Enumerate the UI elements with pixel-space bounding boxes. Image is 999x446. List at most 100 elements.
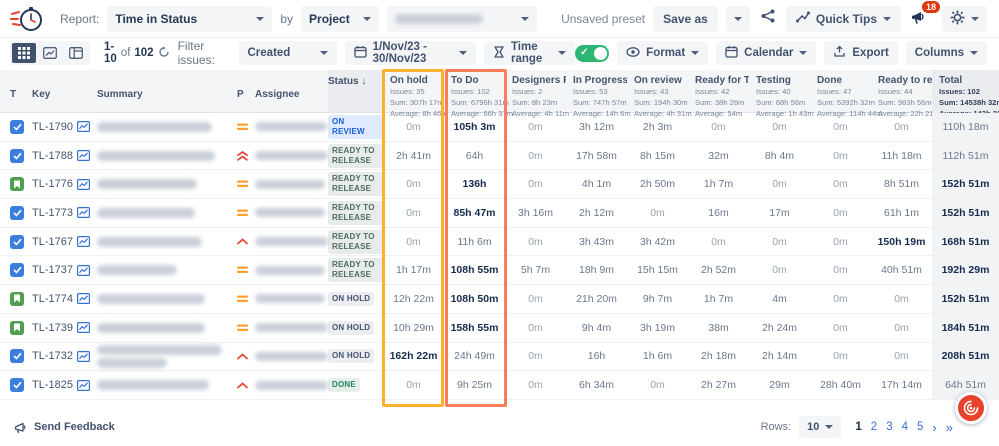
- cell-on-review: 2h 3m: [627, 121, 688, 133]
- project-select[interactable]: [387, 6, 537, 32]
- story-bookmark-icon: [13, 294, 21, 303]
- table-row-tl-1767[interactable]: TL-1767READY TO RELEASE0m11h 6m0m3h 43m3…: [0, 228, 999, 257]
- column-header-priority[interactable]: P: [237, 70, 255, 112]
- table-row-tl-1776[interactable]: TL-1776READY TO RELEASE0m136h0m4h 1m2h 5…: [0, 170, 999, 199]
- issue-chart-button[interactable]: [77, 236, 97, 247]
- issue-key-link[interactable]: TL-1790: [32, 121, 73, 133]
- page-button-1[interactable]: 1: [855, 421, 861, 433]
- task-type-icon[interactable]: [10, 378, 24, 392]
- refresh-icon[interactable]: [158, 46, 170, 61]
- send-feedback-button[interactable]: Send Feedback: [14, 421, 115, 434]
- issue-chart-button[interactable]: [77, 265, 97, 276]
- table-row-tl-1774[interactable]: TL-1774ON HOLD12h 22m108h 50m0m21h 20m9h…: [0, 285, 999, 314]
- column-header-key[interactable]: Key: [32, 70, 77, 112]
- issue-key-link[interactable]: TL-1739: [32, 322, 73, 334]
- share-icon[interactable]: [758, 8, 778, 29]
- column-header-status-sorted[interactable]: Status ↓: [328, 70, 383, 112]
- task-type-icon[interactable]: [10, 263, 24, 277]
- issue-chart-button[interactable]: [77, 293, 97, 304]
- page-button-3[interactable]: 3: [886, 421, 892, 433]
- cell-testing: 4m: [749, 293, 810, 305]
- time-range-button[interactable]: Time range: [484, 41, 575, 65]
- filter-field-select[interactable]: Created: [239, 41, 337, 65]
- column-header-on-hold[interactable]: On holdIssues: 35Sum: 307h 17mAverage: 8…: [383, 70, 444, 112]
- last-page-button[interactable]: »: [946, 421, 953, 434]
- column-header-total[interactable]: TotalIssues: 102Sum: 14538h 32mAverage: …: [932, 70, 999, 113]
- issue-key-link[interactable]: TL-1825: [32, 379, 73, 391]
- issue-key-link[interactable]: TL-1788: [32, 150, 73, 162]
- table-row-tl-1788[interactable]: TL-1788READY TO RELEASE2h 41m64h0m17h 58…: [0, 142, 999, 171]
- column-header-type[interactable]: T: [10, 70, 32, 112]
- issue-chart-button[interactable]: [77, 179, 97, 190]
- time-value: 0m: [528, 121, 543, 133]
- column-header-to-do[interactable]: To DoIssues: 102Sum: 6796h 31mAverage: 6…: [444, 70, 505, 112]
- story-type-icon[interactable]: [10, 292, 24, 306]
- story-type-icon[interactable]: [10, 321, 24, 335]
- issue-key-link[interactable]: TL-1773: [32, 207, 73, 219]
- rows-per-page-select[interactable]: 10: [799, 416, 841, 438]
- time-value: 38m: [708, 322, 728, 334]
- notifications-button[interactable]: 18: [909, 7, 934, 31]
- table-row-tl-1739[interactable]: TL-1739ON HOLD10h 29m158h 55m0m9h 4m3h 1…: [0, 314, 999, 343]
- save-as-button[interactable]: Save as: [653, 6, 718, 32]
- issue-key-link[interactable]: TL-1737: [32, 264, 73, 276]
- chart-view-button[interactable]: [38, 43, 62, 63]
- format-toggle[interactable]: ✓: [575, 45, 609, 62]
- task-type-icon[interactable]: [10, 206, 24, 220]
- settings-button[interactable]: [942, 6, 987, 32]
- issue-chart-button[interactable]: [77, 150, 97, 161]
- issue-key-link[interactable]: TL-1732: [32, 350, 73, 362]
- table-row-tl-1737[interactable]: TL-1737READY TO RELEASE1h 17m108h 55m5h …: [0, 256, 999, 285]
- group-by-select[interactable]: Project: [301, 6, 379, 32]
- issue-key-link[interactable]: TL-1767: [32, 236, 73, 248]
- column-header-assignee[interactable]: Assignee: [255, 70, 328, 112]
- redacted-text: [97, 237, 202, 247]
- column-header-testing[interactable]: TestingIssues: 40Sum: 68h 56mAverage: 1h…: [749, 70, 810, 112]
- issue-chart-button[interactable]: [77, 351, 97, 362]
- page-button-5[interactable]: 5: [917, 421, 923, 433]
- support-widget-button[interactable]: [955, 392, 987, 424]
- time-value: 0m: [833, 121, 848, 133]
- cell-ready-to-release: 61h 1m: [871, 207, 932, 219]
- issue-chart-button[interactable]: [77, 322, 97, 333]
- assignee-redacted: [255, 381, 328, 390]
- table-row-tl-1773[interactable]: TL-1773READY TO RELEASE0m85h 47m3h 16m2h…: [0, 199, 999, 228]
- column-stat: Average: 8h 46m: [390, 108, 444, 119]
- column-header-designers-review[interactable]: Designers ReviewIssues: 2Sum: 8h 23mAver…: [505, 70, 566, 112]
- grid-view-button[interactable]: [12, 43, 36, 63]
- column-header-on-review[interactable]: On reviewIssues: 43Sum: 194h 30mAverage:…: [627, 70, 688, 112]
- next-page-button[interactable]: ›: [932, 421, 936, 434]
- issue-key-link[interactable]: TL-1774: [32, 293, 73, 305]
- issue-chart-button[interactable]: [77, 380, 97, 391]
- issue-key-link[interactable]: TL-1776: [32, 178, 73, 190]
- task-type-icon[interactable]: [10, 149, 24, 163]
- table-row-tl-1825[interactable]: TL-1825DONE0m9h 25m0m6h 34m0m2h 27m29m28…: [0, 371, 999, 400]
- page-button-4[interactable]: 4: [902, 421, 908, 433]
- issue-chart-button[interactable]: [77, 121, 97, 132]
- report-type-select[interactable]: Time in Status: [107, 6, 272, 32]
- redacted-text: [255, 381, 328, 390]
- time-value: 0m: [406, 379, 421, 391]
- quick-tips-button[interactable]: Quick Tips: [786, 6, 901, 32]
- format-button[interactable]: Format: [617, 41, 708, 65]
- column-header-summary[interactable]: Summary: [97, 70, 237, 112]
- board-view-button[interactable]: [64, 43, 88, 63]
- issue-chart-button[interactable]: [77, 207, 97, 218]
- cell-to-do: 9h 25m: [444, 379, 505, 391]
- task-type-icon[interactable]: [10, 349, 24, 363]
- cell-on-review: 3h 42m: [627, 236, 688, 248]
- page-button-2[interactable]: 2: [871, 421, 877, 433]
- column-header-ready-to-release[interactable]: Ready to releaseIssues: 44Sum: 983h 56mA…: [871, 70, 932, 112]
- save-options-button[interactable]: [726, 6, 750, 32]
- column-header-in-progress[interactable]: In ProgressIssues: 53Sum: 747h 57mAverag…: [566, 70, 627, 112]
- table-row-tl-1732[interactable]: TL-1732ON HOLD162h 22m24h 49m0m16h1h 6m2…: [0, 343, 999, 372]
- date-range-select[interactable]: 1/Nov/23 - 30/Nov/23: [345, 41, 476, 65]
- column-header-ready-for-testing[interactable]: Ready for TestingIssues: 42Sum: 38h 26mA…: [688, 70, 749, 112]
- column-header-done[interactable]: DoneIssues: 47Sum: 5392h 32mAverage: 114…: [810, 70, 871, 112]
- export-button[interactable]: Export: [824, 41, 897, 65]
- task-type-icon[interactable]: [10, 120, 24, 134]
- calendar-button[interactable]: Calendar: [716, 41, 816, 65]
- columns-button[interactable]: Columns: [906, 41, 987, 65]
- task-type-icon[interactable]: [10, 235, 24, 249]
- story-type-icon[interactable]: [10, 177, 24, 191]
